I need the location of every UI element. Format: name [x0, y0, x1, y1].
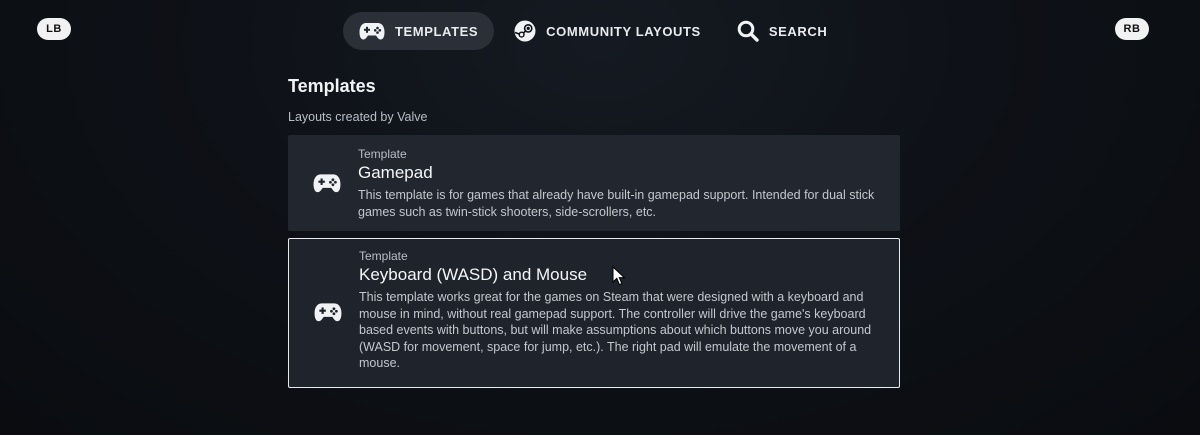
templates-section: Templates Layouts created by Valve Templ…	[288, 72, 900, 388]
template-kicker: Template	[358, 147, 407, 161]
template-card-gamepad[interactable]: Template Gamepad This template is for ga…	[288, 135, 900, 231]
gamepad-icon	[314, 302, 342, 322]
gamepad-icon	[359, 22, 385, 40]
rb-button-hint[interactable]: RB	[1115, 18, 1149, 40]
template-description: This template works great for the games …	[359, 290, 872, 370]
search-icon	[737, 20, 759, 42]
template-kicker: Template	[359, 249, 408, 263]
steam-icon	[514, 20, 536, 42]
tab-templates-label: TEMPLATES	[395, 23, 479, 39]
layout-browser-screen: LB RB TEMPLATES COMMUNITY LAYOUTS SEARCH…	[0, 0, 1200, 435]
template-card-body: Template Gamepad This template is for ga…	[358, 147, 882, 220]
template-title: Gamepad	[358, 163, 433, 182]
tab-search[interactable]: SEARCH	[721, 12, 844, 50]
template-description: This template is for games that already …	[358, 188, 875, 219]
gamepad-icon	[313, 173, 341, 193]
tab-search-label: SEARCH	[768, 23, 828, 39]
page-title: Templates	[288, 76, 376, 96]
tab-templates[interactable]: TEMPLATES	[343, 12, 495, 50]
tab-community-layouts-label: COMMUNITY LAYOUTS	[546, 23, 701, 39]
top-tab-bar: TEMPLATES COMMUNITY LAYOUTS SEARCH	[343, 12, 847, 50]
mouse-cursor-icon	[612, 266, 626, 286]
template-card-keyboard-mouse[interactable]: Template Keyboard (WASD) and Mouse This …	[288, 238, 900, 388]
tab-community-layouts[interactable]: COMMUNITY LAYOUTS	[498, 12, 717, 50]
lb-button-hint[interactable]: LB	[37, 18, 71, 40]
section-subtitle: Layouts created by Valve	[288, 110, 428, 124]
